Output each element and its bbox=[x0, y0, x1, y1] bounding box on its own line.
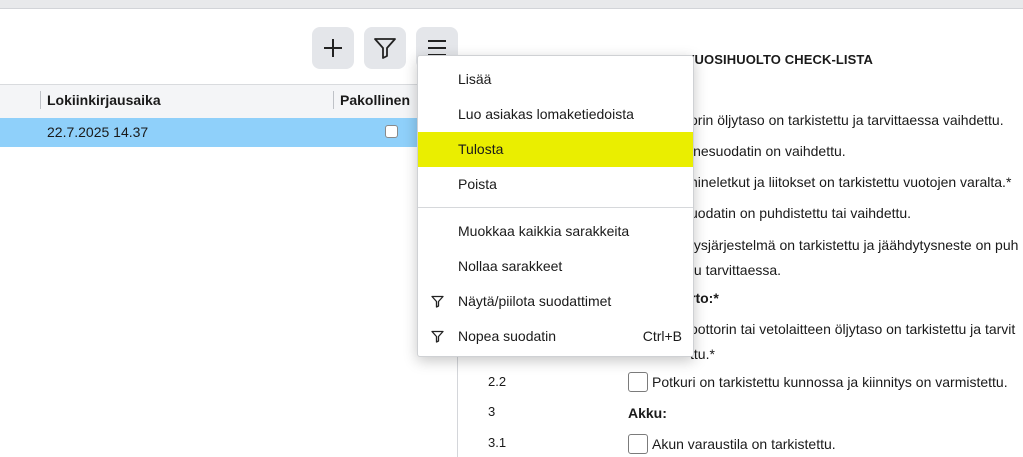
menu-item-add[interactable]: Lisää bbox=[418, 62, 693, 97]
add-button[interactable] bbox=[312, 27, 354, 69]
menu-item-reset-columns[interactable]: Nollaa sarakkeet bbox=[418, 249, 693, 284]
item-number: 3 bbox=[488, 404, 496, 419]
filter-icon bbox=[431, 330, 444, 343]
menu-item-edit-all-columns[interactable]: Muokkaa kaikkia sarakkeita bbox=[418, 214, 693, 249]
document-line: uodatin on puhdistettu tai vaihdettu. bbox=[690, 205, 912, 221]
filter-icon bbox=[431, 295, 444, 308]
checklist-item-text: Potkuri on tarkistettu kunnossa ja kiinn… bbox=[652, 374, 1008, 390]
cell-log-time: 22.7.2025 14.37 bbox=[47, 124, 149, 140]
filter-icon bbox=[374, 38, 396, 59]
document-line: orin öljytaso on tarkistettu ja tarvitta… bbox=[690, 112, 1004, 128]
checklist-item-text: Akun varaustila on tarkistettu. bbox=[652, 436, 836, 452]
menu-item-toggle-filters[interactable]: Näytä/piilota suodattimet bbox=[418, 284, 693, 319]
context-menu: Lisää Luo asiakas lomaketiedoista Tulost… bbox=[417, 55, 694, 357]
item-number: 3.1 bbox=[488, 435, 507, 450]
menu-item-label: Tulosta bbox=[458, 141, 504, 157]
document-line: inesuodatin on vaihdettu. bbox=[690, 143, 846, 159]
required-checkbox[interactable] bbox=[385, 125, 398, 138]
document-section-heading: Akku: bbox=[628, 405, 667, 421]
column-header-log-time[interactable]: Lokiinkirjausaika bbox=[47, 92, 161, 108]
menu-item-print[interactable]: Tulosta bbox=[418, 132, 693, 167]
checklist-checkbox[interactable] bbox=[628, 434, 648, 454]
menu-item-create-customer[interactable]: Luo asiakas lomaketiedoista bbox=[418, 97, 693, 132]
document-line: tysjärjestelmä on tarkistettu ja jäähdyt… bbox=[690, 237, 1019, 253]
menu-item-label: Nopea suodatin bbox=[458, 328, 557, 344]
menu-item-label: Lisää bbox=[458, 71, 492, 87]
plus-icon bbox=[324, 39, 342, 57]
column-header-required[interactable]: Pakollinen bbox=[340, 92, 410, 108]
menu-item-label: Nollaa sarakkeet bbox=[458, 258, 563, 274]
menu-divider bbox=[418, 207, 693, 208]
keyboard-shortcut: Ctrl+B bbox=[642, 328, 682, 344]
top-bar bbox=[0, 0, 1023, 9]
document-section-heading: rto:* bbox=[690, 290, 719, 306]
menu-item-quick-filter[interactable]: Nopea suodatin Ctrl+B bbox=[418, 319, 693, 354]
menu-item-label: Poista bbox=[458, 176, 497, 192]
column-resizer[interactable] bbox=[40, 91, 41, 109]
menu-item-label: Näytä/piilota suodattimet bbox=[458, 293, 612, 309]
menu-item-label: Muokkaa kaikkia sarakkeita bbox=[458, 223, 630, 239]
document-line: tu tarvittaessa. bbox=[690, 262, 782, 278]
item-number: 2.2 bbox=[488, 374, 507, 389]
filter-button[interactable] bbox=[364, 27, 406, 69]
menu-item-delete[interactable]: Poista bbox=[418, 167, 693, 202]
column-resizer[interactable] bbox=[333, 91, 334, 109]
menu-item-label: Luo asiakas lomaketiedoista bbox=[458, 106, 634, 122]
document-line: oottorin tai vetolaitteen öljytaso on ta… bbox=[690, 321, 1016, 337]
checklist-checkbox[interactable] bbox=[628, 372, 648, 392]
document-line: nineletkut ja liitokset on tarkistettu v… bbox=[690, 174, 1012, 190]
